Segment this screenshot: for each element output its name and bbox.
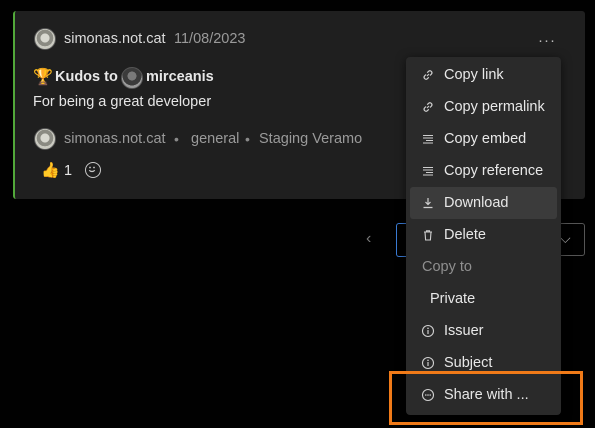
download-icon bbox=[421, 196, 435, 210]
menu-item-label: Issuer bbox=[444, 323, 484, 339]
menu-item-copy-permalink[interactable]: Copy permalink bbox=[406, 91, 561, 123]
trash-icon bbox=[421, 228, 435, 242]
menu-item-copy-embed[interactable]: Copy embed bbox=[406, 123, 561, 155]
share-with-highlight bbox=[389, 371, 583, 425]
meta-separator: • bbox=[245, 131, 250, 147]
link-icon bbox=[421, 100, 435, 114]
pager-prev-icon[interactable]: ‹ bbox=[366, 230, 371, 248]
menu-item-label: Private bbox=[430, 291, 476, 307]
reaction-count: 1 bbox=[64, 163, 73, 179]
mention-name[interactable]: mirceanis bbox=[146, 69, 214, 85]
link-icon bbox=[421, 68, 435, 82]
chevron-down-icon[interactable]: ⌵ bbox=[560, 230, 571, 247]
menu-item-delete[interactable]: Delete bbox=[406, 219, 561, 251]
info-icon bbox=[421, 324, 435, 338]
post-author[interactable]: simonas.not.cat bbox=[64, 31, 166, 47]
trophy-icon: 🏆 bbox=[33, 69, 53, 86]
mention-avatar[interactable] bbox=[121, 67, 143, 89]
post-body: For being a great developer bbox=[33, 94, 212, 110]
meta-author[interactable]: simonas.not.cat bbox=[64, 131, 166, 147]
copy-to-section-label: Copy to bbox=[422, 259, 472, 275]
reference-icon bbox=[421, 164, 435, 178]
meta-agent[interactable]: Staging Veramo bbox=[259, 131, 362, 147]
menu-item-download[interactable]: Download bbox=[406, 187, 561, 219]
post-date: 11/08/2023 bbox=[174, 31, 246, 47]
more-options-icon[interactable]: ··· bbox=[538, 32, 556, 49]
context-menu: Copy link Copy permalink Copy embed Copy… bbox=[406, 57, 561, 415]
meta-channel[interactable]: general bbox=[191, 131, 239, 147]
meta-separator: • bbox=[174, 131, 179, 147]
kudos-label: Kudos to bbox=[55, 69, 118, 85]
menu-item-label: Subject bbox=[444, 355, 493, 371]
embed-icon bbox=[421, 132, 435, 146]
menu-item-label: Copy embed bbox=[444, 131, 527, 147]
author-avatar[interactable] bbox=[34, 28, 56, 50]
menu-item-label: Download bbox=[444, 195, 509, 211]
meta-author-avatar[interactable] bbox=[34, 128, 56, 150]
thumbs-up-reaction[interactable]: 👍 bbox=[41, 161, 60, 179]
add-reaction-icon[interactable] bbox=[85, 162, 101, 178]
menu-item-copy-reference[interactable]: Copy reference bbox=[406, 155, 561, 187]
menu-item-private[interactable]: Private bbox=[406, 283, 561, 315]
menu-item-label: Copy reference bbox=[444, 163, 544, 179]
menu-item-label: Copy permalink bbox=[444, 99, 545, 115]
menu-item-copy-link[interactable]: Copy link bbox=[406, 59, 561, 91]
menu-item-label: Copy link bbox=[444, 67, 504, 83]
menu-item-issuer[interactable]: Issuer bbox=[406, 315, 561, 347]
menu-item-label: Delete bbox=[444, 227, 486, 243]
info-icon bbox=[421, 356, 435, 370]
